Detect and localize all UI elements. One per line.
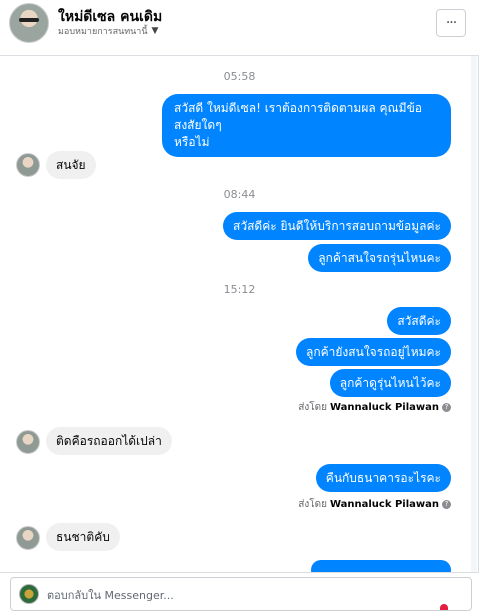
- sent-by-prefix: ส่งโดย: [298, 402, 327, 413]
- message-text: หรือไม่: [174, 135, 210, 149]
- outgoing-message[interactable]: คืนกับธนาคารอะไรคะ: [315, 464, 451, 492]
- outgoing-message[interactable]: ลูกค้ายังสนใจรถอยู่ไหมคะ: [296, 338, 451, 366]
- incoming-message[interactable]: ติดคือรถออกได้เปล่า: [46, 427, 172, 455]
- outgoing-message[interactable]: ลูกค้าสนใจรถรุ่นไหนคะ: [308, 244, 451, 272]
- assign-conversation-dropdown[interactable]: มอบหมายการสนทนานี้ ▼: [58, 24, 158, 38]
- contact-avatar-small[interactable]: [16, 153, 40, 177]
- sent-by-prefix: ส่งโดย: [298, 499, 327, 510]
- incoming-message[interactable]: ธนชาติคับ: [46, 523, 120, 551]
- more-icon: ···: [445, 15, 457, 31]
- timestamp: 15:12: [223, 283, 256, 296]
- contact-avatar-small[interactable]: [16, 430, 40, 454]
- outgoing-message[interactable]: ลูกค้าดูรุ่นไหนไว้คะ: [329, 369, 451, 397]
- sender-name: Wannaluck Pilawan: [329, 499, 439, 510]
- info-icon[interactable]: ?: [442, 403, 451, 412]
- incoming-message[interactable]: สนจัย: [46, 151, 96, 179]
- page-avatar: [19, 584, 39, 604]
- chevron-down-icon: ▼: [151, 26, 159, 36]
- sent-by-label: ส่งโดย Wannaluck Pilawan ?: [298, 400, 451, 415]
- message-thread[interactable]: 05:58 สวัสดี ใหม่ดีเซล! เราต้องการติดตาม…: [0, 56, 479, 572]
- notification-indicator: [440, 604, 448, 610]
- thread-scrollbar[interactable]: [471, 56, 477, 572]
- reply-composer: ตอบกลับใน Messenger...: [0, 572, 479, 611]
- message-text: สวัสดี ใหม่ดีเซล! เราต้องการติดตามผล คุณ…: [174, 101, 422, 132]
- contact-avatar[interactable]: [9, 3, 49, 43]
- conversation-header: ใหม่ดีเซล คนเดิม มอบหมายการสนทนานี้ ▼ ··…: [0, 0, 479, 56]
- timestamp: 05:58: [223, 70, 256, 83]
- info-icon[interactable]: ?: [442, 500, 451, 509]
- outgoing-message-partial[interactable]: [311, 560, 451, 572]
- timestamp: 08:44: [223, 188, 256, 201]
- reply-input[interactable]: ตอบกลับใน Messenger...: [47, 586, 174, 604]
- sent-by-label: ส่งโดย Wannaluck Pilawan ?: [298, 497, 451, 512]
- sender-name: Wannaluck Pilawan: [329, 402, 439, 413]
- contact-avatar-small[interactable]: [16, 526, 40, 550]
- more-options-button[interactable]: ···: [436, 9, 466, 37]
- outgoing-message[interactable]: สวัสดีค่ะ: [387, 307, 451, 335]
- reply-box[interactable]: ตอบกลับใน Messenger...: [10, 577, 472, 611]
- outgoing-message[interactable]: สวัสดี ใหม่ดีเซล! เราต้องการติดตามผล คุณ…: [162, 94, 451, 157]
- assign-label: มอบหมายการสนทนานี้: [58, 27, 148, 37]
- outgoing-message[interactable]: สวัสดีค่ะ ยินดีให้บริการสอบถามข้อมูลค่ะ: [223, 212, 451, 240]
